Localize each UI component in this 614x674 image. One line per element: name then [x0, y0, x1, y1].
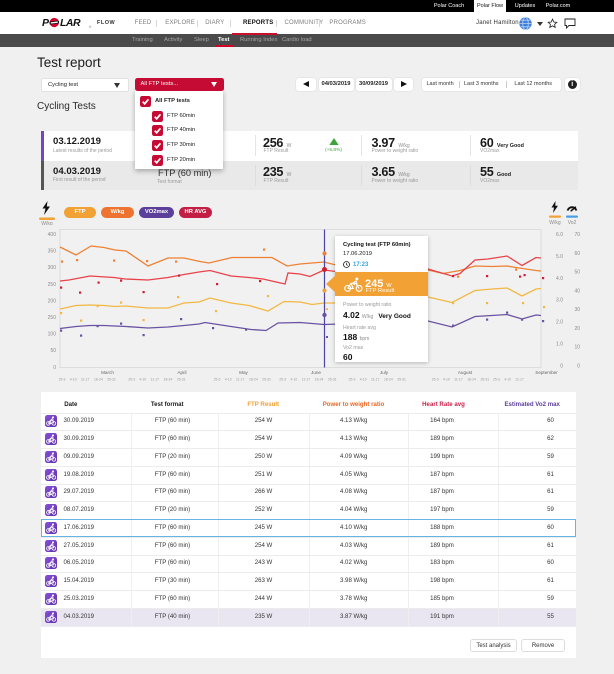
svg-text:30: 30 [574, 307, 580, 313]
svg-text:0: 0 [560, 363, 563, 369]
svg-text:50: 50 [574, 270, 580, 276]
svg-text:40: 40 [574, 288, 580, 294]
svg-text:4-10: 4-10 [360, 378, 367, 382]
svg-text:250: 250 [48, 315, 57, 321]
svg-text:2.0: 2.0 [556, 320, 563, 326]
svg-text:11-17: 11-17 [81, 378, 90, 382]
svg-text:April: April [177, 370, 186, 375]
svg-text:400: 400 [48, 232, 57, 238]
svg-text:11-17: 11-17 [515, 378, 524, 382]
svg-text:25-31: 25-31 [328, 378, 337, 382]
svg-text:11-17: 11-17 [151, 378, 160, 382]
svg-text:20: 20 [574, 326, 580, 332]
svg-text:0: 0 [577, 363, 580, 369]
svg-text:0: 0 [53, 365, 56, 371]
svg-text:September: September [535, 370, 558, 375]
svg-text:60: 60 [574, 251, 580, 257]
svg-text:11-17: 11-17 [454, 378, 463, 382]
svg-text:August: August [458, 370, 473, 375]
svg-text:3.0: 3.0 [556, 298, 563, 304]
svg-text:25-3: 25-3 [214, 378, 221, 382]
svg-text:4-10: 4-10 [225, 378, 232, 382]
svg-text:4-10: 4-10 [70, 378, 77, 382]
svg-text:June: June [311, 370, 321, 375]
svg-text:4-10: 4-10 [291, 378, 298, 382]
svg-text:July: July [380, 370, 389, 375]
svg-text:18-24: 18-24 [384, 378, 393, 382]
svg-text:1.0: 1.0 [556, 342, 563, 348]
svg-text:70: 70 [574, 232, 580, 238]
svg-text:25-31: 25-31 [397, 378, 406, 382]
svg-text:25-31: 25-31 [107, 378, 116, 382]
svg-text:100: 100 [48, 332, 57, 338]
svg-text:25-3: 25-3 [493, 378, 500, 382]
svg-text:18-24: 18-24 [315, 378, 324, 382]
svg-text:300: 300 [48, 265, 57, 271]
svg-text:25-3: 25-3 [279, 378, 286, 382]
svg-text:11-17: 11-17 [302, 378, 311, 382]
svg-text:6.0: 6.0 [556, 232, 563, 238]
svg-text:4-10: 4-10 [504, 378, 511, 382]
svg-text:25-3: 25-3 [59, 378, 66, 382]
svg-text:4.0: 4.0 [556, 276, 563, 282]
svg-text:200: 200 [48, 298, 57, 304]
svg-text:March: March [101, 370, 114, 375]
svg-text:25-31: 25-31 [262, 378, 271, 382]
svg-text:11-17: 11-17 [371, 378, 380, 382]
svg-text:350: 350 [48, 249, 57, 255]
svg-text:50: 50 [50, 348, 56, 354]
svg-text:18-24: 18-24 [249, 378, 258, 382]
svg-text:18-24: 18-24 [164, 378, 173, 382]
svg-text:18-24: 18-24 [467, 378, 476, 382]
svg-text:4-10: 4-10 [443, 378, 450, 382]
svg-text:25-31: 25-31 [480, 378, 489, 382]
svg-text:May: May [239, 370, 248, 375]
svg-text:25-3: 25-3 [432, 378, 439, 382]
svg-text:18-24: 18-24 [94, 378, 103, 382]
svg-text:4-10: 4-10 [139, 378, 146, 382]
svg-text:25-3: 25-3 [128, 378, 135, 382]
svg-text:10: 10 [574, 345, 580, 351]
svg-text:25-3: 25-3 [349, 378, 356, 382]
svg-text:250: 250 [48, 282, 57, 288]
svg-text:25-31: 25-31 [177, 378, 186, 382]
svg-text:5.0: 5.0 [556, 254, 563, 260]
svg-text:11-17: 11-17 [236, 378, 245, 382]
